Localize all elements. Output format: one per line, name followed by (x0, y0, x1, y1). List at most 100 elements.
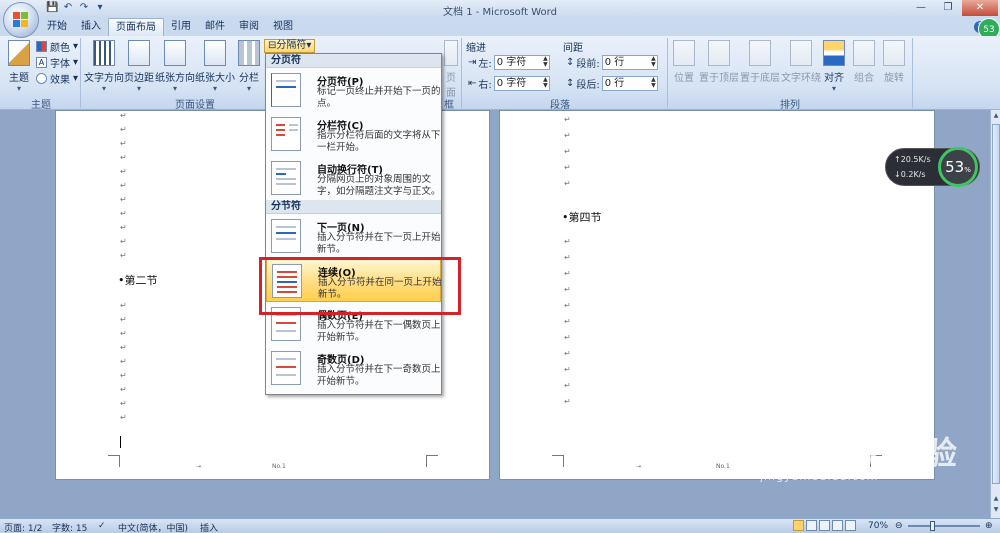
zoom-in-icon[interactable]: ⊕ (985, 521, 993, 531)
page-background-button[interactable]: 页面 (442, 38, 460, 99)
window-title: 文档 1 - Microsoft Word (443, 7, 557, 18)
paper-size-button[interactable]: 纸张大小 ▾ (195, 38, 235, 93)
themes-label: 主题 (9, 73, 29, 84)
status-bar: 页面: 1/2 字数: 15 ✓ 中文(简体，中国) 插入 70% ⊖ ⊕ (0, 518, 1000, 533)
language-indicator[interactable]: 中文(简体，中国) (118, 521, 188, 533)
bring-to-front-button[interactable]: 置于顶层 (698, 38, 740, 84)
tab-review[interactable]: 审阅 (232, 18, 266, 36)
vertical-scrollbar[interactable]: ▲ ▲ ▼ (990, 110, 1000, 518)
margin-corner (552, 455, 564, 467)
page-footer: No.1 (272, 463, 286, 470)
indent-left-icon: ⇥ (468, 57, 477, 68)
colors-icon (36, 41, 47, 52)
insert-mode[interactable]: 插入 (200, 521, 218, 533)
orientation-icon (164, 40, 186, 66)
margins-button[interactable]: 页边距 ▾ (124, 38, 154, 93)
close-button[interactable]: ✕ (962, 0, 998, 16)
menu-section-header: 分页符 (266, 54, 441, 68)
column-break-icon (271, 117, 301, 151)
full-screen-reading-icon[interactable] (806, 520, 817, 531)
position-button[interactable]: 位置 (670, 38, 698, 84)
office-button[interactable] (3, 2, 39, 38)
theme-effects-button[interactable]: 效果 ▾ (36, 71, 78, 86)
restore-button[interactable]: ❐ (935, 0, 961, 16)
document-page-2[interactable]: ↵ ↵ ↵ ↵ ↵ •第四节 ↵ ↵ ↵ ↵ ↵ ↵ ↵ ↵ ↵ ↵ ↵ → N… (499, 110, 935, 480)
scrollbar-thumb[interactable] (992, 124, 1000, 484)
title-bar: 💾 ↶ ↷ ▾ 文档 1 - Microsoft Word — ❐ ✕ (0, 0, 1000, 18)
outline-icon[interactable] (832, 520, 843, 531)
paragraph-mark: ↵ (120, 329, 127, 338)
paragraph-mark: ↵ (120, 343, 127, 352)
spacing-before-input[interactable]: 0 行 ▲ ▼ (601, 55, 658, 70)
proofing-icon[interactable]: ✓ (98, 521, 106, 531)
themes-button[interactable]: 主题 ▾ (4, 38, 34, 93)
menu-item-text-wrapping-break[interactable]: 自动换行符(T) 分隔网页上的对象周围的文字，如分隔题注文字与正文。 (266, 156, 441, 200)
send-to-back-button[interactable]: 置于底层 (740, 38, 780, 84)
network-speed-widget[interactable]: ↑20.5K/s ↓0.2K/s 53% (885, 147, 980, 187)
rotate-button[interactable]: 旋转 (882, 38, 906, 84)
paragraph-mark: ↵ (564, 301, 571, 310)
menu-item-next-page[interactable]: 下一页(N) 插入分节符并在下一页上开始新节。 (266, 214, 441, 258)
tab-references[interactable]: 引用 (164, 18, 198, 36)
minimize-button[interactable]: — (908, 0, 934, 16)
tab-insert[interactable]: 插入 (74, 18, 108, 36)
tab-home[interactable]: 开始 (40, 18, 74, 36)
spacing-after-spinner[interactable]: ↕ 段后: 0 行 ▲ ▼ (566, 76, 658, 91)
group-divider (667, 38, 668, 108)
spacing-before-spinner[interactable]: ↕ 段前: 0 行 ▲ ▼ (566, 55, 658, 70)
usage-gauge: 53% (938, 147, 978, 187)
indent-right-spinner[interactable]: ⇤ 右: 0 字符 ▲ ▼ (468, 76, 550, 91)
scroll-up-icon[interactable]: ▲ (991, 112, 1000, 122)
print-layout-icon[interactable] (793, 520, 804, 531)
menu-item-page-break[interactable]: 分页符(P) 标记一页终止并开始下一页的点。 (266, 68, 441, 112)
paragraph-mark: ↵ (564, 381, 571, 390)
columns-button[interactable]: 分栏 ▾ (237, 38, 261, 93)
paragraph-mark: ↵ (120, 251, 127, 260)
spacing-after-input[interactable]: 0 行 ▲ ▼ (601, 76, 658, 91)
theme-fonts-button[interactable]: A 字体 ▾ (36, 55, 78, 70)
theme-colors-button[interactable]: 颜色 ▾ (36, 39, 78, 54)
paragraph-mark: ↵ (564, 333, 571, 342)
draft-icon[interactable] (845, 520, 856, 531)
zoom-slider[interactable] (908, 525, 980, 527)
spacing-before-icon: ↕ (566, 57, 575, 68)
separator-label: 分隔符 (276, 40, 307, 51)
paragraph-mark: ↵ (120, 195, 127, 204)
menu-item-column-break[interactable]: 分栏符(C) 指示分栏符后面的文字将从下一栏开始。 (266, 112, 441, 156)
paragraph-mark: ↵ (120, 223, 127, 232)
rotate-icon (883, 40, 905, 66)
menu-item-odd-page[interactable]: 奇数页(D) 插入分节符并在下一奇数页上开始新节。 (266, 346, 441, 390)
menu-section-header: 分节符 (266, 200, 441, 214)
paragraph-mark: ↵ (564, 317, 571, 326)
text-wrapping-icon (790, 40, 812, 66)
zoom-out-icon[interactable]: ⊖ (895, 521, 903, 531)
indent-right-input[interactable]: 0 字符 ▲ ▼ (493, 76, 550, 91)
tab-view[interactable]: 视图 (266, 18, 300, 36)
word-count[interactable]: 字数: 15 (52, 521, 87, 533)
zoom-slider-thumb[interactable] (930, 521, 935, 531)
page-count[interactable]: 页面: 1/2 (4, 521, 42, 533)
previous-page-icon[interactable]: ▲ (991, 495, 1000, 505)
paragraph-mark: ↵ (120, 315, 127, 324)
text-direction-label: 文字方向 (84, 73, 124, 84)
text-wrapping-button[interactable]: 文字环绕 (781, 38, 821, 84)
tab-page-layout[interactable]: 页面布局 (108, 18, 164, 36)
paragraph-group-label: 段落 (550, 100, 570, 111)
window-controls: — ❐ ✕ (908, 0, 998, 16)
next-page-break-icon (271, 219, 301, 253)
group-button[interactable]: 组合 (852, 38, 876, 84)
align-button[interactable]: 对齐 ▾ (822, 38, 846, 93)
indent-left-input[interactable]: 0 字符 ▲ ▼ (493, 55, 550, 70)
paragraph-mark: ↵ (120, 237, 127, 246)
web-layout-icon[interactable] (819, 520, 830, 531)
tab-mailings[interactable]: 邮件 (198, 18, 232, 36)
separator-dropdown-button[interactable]: ⊟分隔符▾ (264, 39, 316, 53)
orientation-button[interactable]: 纸张方向 ▾ (155, 38, 195, 93)
zoom-level[interactable]: 70% (868, 521, 888, 531)
spacing-after-label: 段后: (576, 80, 600, 91)
indent-left-spinner[interactable]: ⇥ 左: 0 字符 ▲ ▼ (468, 55, 550, 70)
text-direction-button[interactable]: 文字方向 ▾ (84, 38, 124, 93)
align-label: 对齐 (824, 73, 844, 84)
next-page-icon[interactable]: ▼ (991, 506, 1000, 516)
paragraph-mark: ↵ (564, 365, 571, 374)
